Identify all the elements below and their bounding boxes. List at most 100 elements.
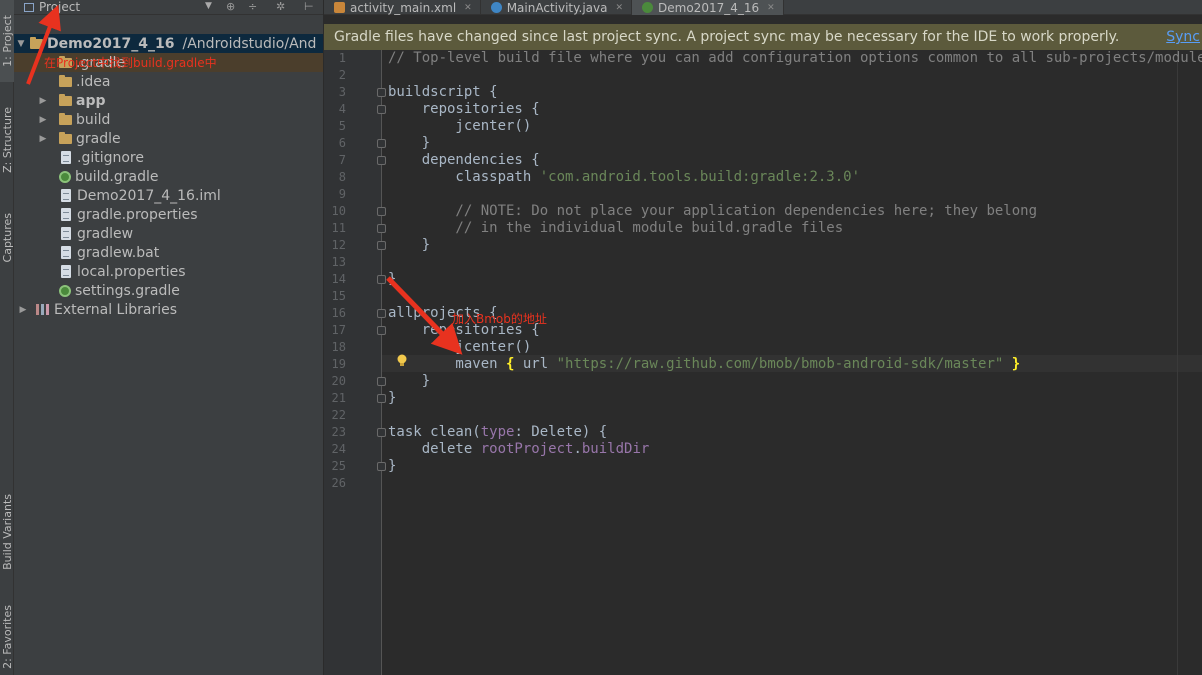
structure-tool-tab[interactable]: Z: Structure xyxy=(0,96,14,184)
line-number: 4 xyxy=(338,102,346,116)
fold-marker-icon[interactable] xyxy=(377,326,386,335)
chevron-down-icon[interactable]: ▼ xyxy=(205,1,212,11)
close-icon[interactable]: ✕ xyxy=(464,3,472,13)
project-tool-tab-label: 1: Project xyxy=(0,15,14,67)
build-variants-tool-tab[interactable]: Build Variants xyxy=(0,480,14,584)
line-number: 18 xyxy=(331,340,346,354)
tree-root-path: /Androidstudio/And xyxy=(182,35,317,52)
project-tool-tab[interactable]: 1: Project xyxy=(0,0,14,82)
code-line-18: jcenter() xyxy=(388,339,532,355)
tree-item-label: app xyxy=(76,92,106,109)
expand-arrow-icon[interactable]: ▶ xyxy=(38,96,48,106)
line-number: 24 xyxy=(331,442,346,456)
tree-item-gradle[interactable]: ▶ gradle xyxy=(14,129,323,148)
tree-item-gradle-properties[interactable]: gradle.properties xyxy=(14,205,323,224)
favorites-tool-tab[interactable]: 2: Favorites xyxy=(0,598,14,675)
fold-marker-icon[interactable] xyxy=(377,377,386,386)
tree-item-iml[interactable]: Demo2017_4_16.iml xyxy=(14,186,323,205)
code-line-1: // Top-level build file where you can ad… xyxy=(388,50,1202,66)
line-number: 22 xyxy=(331,408,346,422)
tree-item-build[interactable]: ▶ build xyxy=(14,110,323,129)
line-number: 3 xyxy=(338,85,346,99)
fold-marker-icon[interactable] xyxy=(377,105,386,114)
code-token: delete xyxy=(388,441,481,457)
java-class-icon xyxy=(490,2,502,13)
tree-item-local-properties[interactable]: local.properties xyxy=(14,262,323,281)
tab-activity-main-xml[interactable]: activity_main.xml ✕ xyxy=(324,0,481,15)
fold-marker-icon[interactable] xyxy=(377,428,386,437)
tree-item-settings-gradle[interactable]: settings.gradle xyxy=(14,281,323,300)
tree-item-build-gradle[interactable]: build.gradle xyxy=(14,167,323,186)
sync-now-link[interactable]: Sync xyxy=(1166,29,1200,45)
code-line-10: // NOTE: Do not place your application d… xyxy=(388,203,1038,219)
line-number: 12 xyxy=(331,238,346,252)
line-number: 11 xyxy=(331,221,346,235)
close-icon[interactable]: ✕ xyxy=(615,3,623,13)
tree-item-label: .gitignore xyxy=(77,149,144,166)
tree-root-demo2017[interactable]: ▼ Demo2017_4_16 /Androidstudio/And xyxy=(14,34,323,53)
line-number: 7 xyxy=(338,153,346,167)
code-line-12: } xyxy=(388,237,431,253)
project-view-selector[interactable]: Project xyxy=(39,0,80,14)
fold-marker-icon[interactable] xyxy=(377,462,386,471)
code-line-5: jcenter() xyxy=(388,118,532,134)
fold-marker-icon[interactable] xyxy=(377,309,386,318)
sync-target-icon[interactable]: ⊕ xyxy=(226,0,235,13)
line-number: 10 xyxy=(331,204,346,218)
hide-panel-icon[interactable]: ⊢ xyxy=(304,0,314,13)
code-token: : Delete) { xyxy=(514,424,608,440)
code-editor[interactable]: 1 2 3 4 5 6 7 8 9 10 11 12 13 14 15 16 1… xyxy=(324,50,1202,675)
tree-item-external-libraries[interactable]: ▶ External Libraries xyxy=(14,300,323,319)
text-file-icon xyxy=(61,227,71,240)
folder-icon xyxy=(30,36,43,49)
expand-arrow-icon[interactable]: ▶ xyxy=(18,305,28,315)
expand-arrow-icon[interactable]: ▶ xyxy=(38,134,48,144)
fold-marker-icon[interactable] xyxy=(377,241,386,250)
line-number: 26 xyxy=(331,476,346,490)
gradle-icon xyxy=(59,284,71,297)
fold-marker-icon[interactable] xyxy=(377,224,386,233)
fold-marker-icon[interactable] xyxy=(377,275,386,284)
fold-marker-icon[interactable] xyxy=(377,207,386,216)
code-line-20: } xyxy=(388,373,431,389)
fold-marker-icon[interactable] xyxy=(377,88,386,97)
folder-icon xyxy=(59,131,72,144)
tree-item-label: Demo2017_4_16.iml xyxy=(77,187,221,204)
tree-item-label: gradlew xyxy=(77,225,134,242)
tab-label: activity_main.xml xyxy=(350,0,457,15)
tree-item-idea[interactable]: .idea xyxy=(14,72,323,91)
code-token: . xyxy=(573,441,582,457)
tree-item-label: .idea xyxy=(76,73,111,90)
annotation-add-bmob-address: 加入Bmob的地址 xyxy=(452,312,547,326)
code-line-24: delete rootProject.buildDir xyxy=(388,441,650,458)
tab-demo2017-gradle[interactable]: Demo2017_4_16 ✕ xyxy=(632,0,784,15)
expand-arrow-icon[interactable]: ▼ xyxy=(16,39,26,49)
folder-icon xyxy=(59,74,72,87)
tab-main-activity-java[interactable]: MainActivity.java ✕ xyxy=(481,0,633,15)
tree-item-gradlew-bat[interactable]: gradlew.bat xyxy=(14,243,323,262)
collapse-all-icon[interactable]: ÷ xyxy=(248,0,257,13)
tree-item-app[interactable]: ▶ app xyxy=(14,91,323,110)
code-line-6: } xyxy=(388,135,431,151)
code-token: maven xyxy=(388,356,507,372)
code-property: buildDir xyxy=(581,441,650,457)
properties-file-icon xyxy=(61,208,71,221)
gear-icon[interactable]: ✲ xyxy=(276,0,285,13)
tree-item-gradlew[interactable]: gradlew xyxy=(14,224,323,243)
fold-marker-icon[interactable] xyxy=(377,394,386,403)
tree-item-gitignore[interactable]: .gitignore xyxy=(14,148,323,167)
tab-label: MainActivity.java xyxy=(506,0,608,15)
fold-marker-icon[interactable] xyxy=(377,156,386,165)
close-icon[interactable]: ✕ xyxy=(767,3,775,13)
line-number: 25 xyxy=(331,459,346,473)
code-line-11: // in the individual module build.gradle… xyxy=(388,220,844,236)
code-line-14: } xyxy=(388,271,397,287)
captures-tool-tab[interactable]: Captures xyxy=(0,202,14,274)
line-number: 19 xyxy=(331,357,346,371)
fold-marker-icon[interactable] xyxy=(377,139,386,148)
structure-tool-tab-label: Z: Structure xyxy=(0,107,14,173)
expand-arrow-icon[interactable]: ▶ xyxy=(38,115,48,125)
code-token: url xyxy=(514,356,557,372)
project-panel-header: Project ▼ ⊕ ÷ ✲ ⊢ xyxy=(14,0,323,15)
